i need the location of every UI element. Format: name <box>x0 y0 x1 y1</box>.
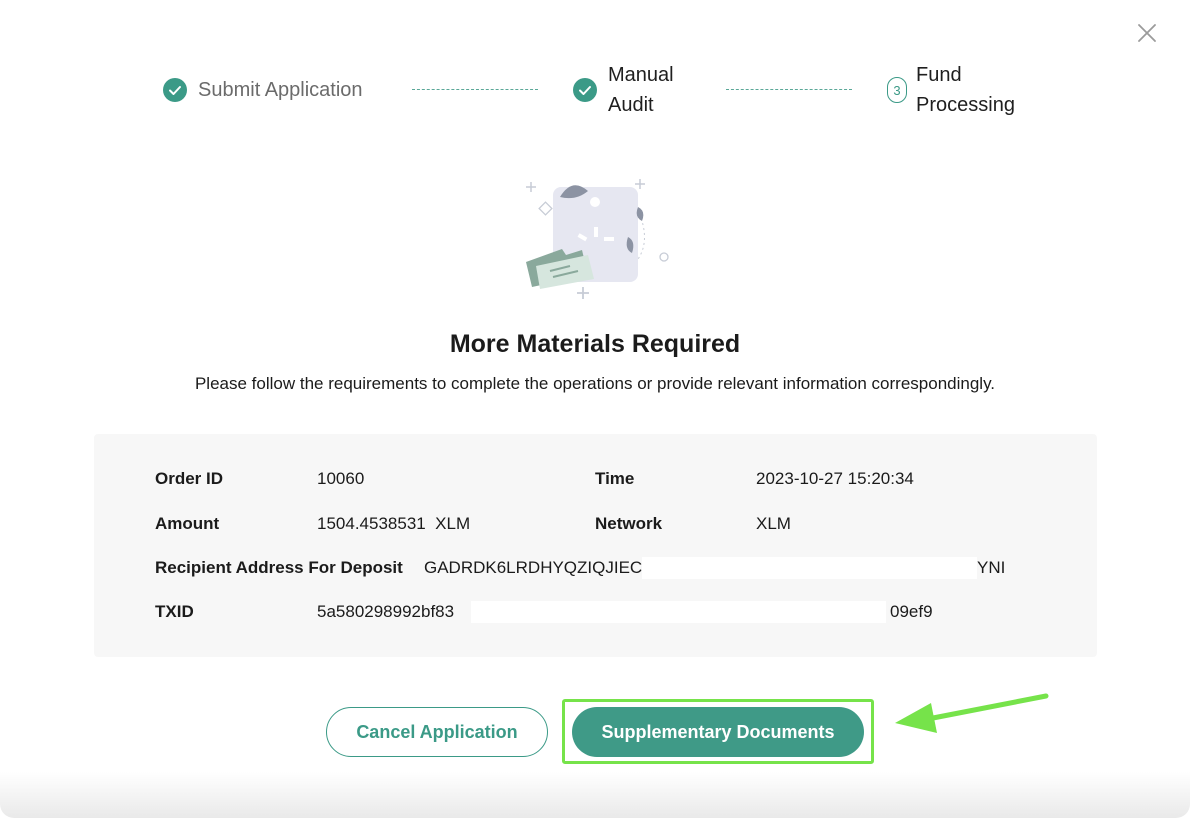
redaction-block <box>642 557 977 579</box>
order-id-value: 10060 <box>317 469 365 488</box>
address-label: Recipient Address For Deposit <box>155 558 403 577</box>
network-label: Network <box>595 514 663 533</box>
close-button[interactable] <box>1132 18 1162 48</box>
address-value-end: YNI <box>977 558 1006 577</box>
time-label: Time <box>595 469 635 488</box>
redaction-block <box>471 601 886 623</box>
step-label: Submit Application <box>198 79 363 101</box>
order-id-label: Order ID <box>155 469 224 488</box>
txid-value-end: 09ef9 <box>890 602 933 621</box>
network-value: XLM <box>756 514 791 533</box>
bottom-shadow <box>0 772 1190 818</box>
step-number: 3 <box>887 77 907 103</box>
step-connector <box>412 89 538 90</box>
arrow-icon <box>895 693 1049 733</box>
supplementary-documents-button[interactable]: Supplementary Documents <box>572 707 864 757</box>
address-value-start: GADRDK6LRDHYQZIQJIECH <box>424 558 655 577</box>
page-title: More Materials Required <box>449 330 741 358</box>
step-label: Manual Audit <box>608 64 674 116</box>
step-label: Fund Processing <box>916 64 1015 116</box>
documents-illustration <box>526 179 669 299</box>
txid-label: TXID <box>155 602 194 621</box>
step-fund-processing: 3 Fund Processing <box>887 60 1046 120</box>
close-icon <box>1138 24 1156 42</box>
amount-label: Amount <box>155 514 220 533</box>
amount-value: 1504.4538531 XLM <box>317 514 471 533</box>
check-icon <box>163 78 187 102</box>
txid-value-start: 5a580298992bf83 <box>317 602 455 621</box>
step-connector <box>726 89 852 90</box>
modal-dialog: Submit Application Manual Audit 3 Fund P… <box>0 0 1190 818</box>
page-subtitle: Please follow the requirements to comple… <box>194 374 996 393</box>
order-details-panel: Order ID 10060 Time 2023-10-27 15:20:34 … <box>94 434 1097 657</box>
step-manual-audit: Manual Audit <box>573 60 688 120</box>
step-submit-application: Submit Application <box>163 75 363 105</box>
cancel-application-button[interactable]: Cancel Application <box>326 707 548 757</box>
check-icon <box>573 78 597 102</box>
time-value: 2023-10-27 15:20:34 <box>756 469 914 488</box>
